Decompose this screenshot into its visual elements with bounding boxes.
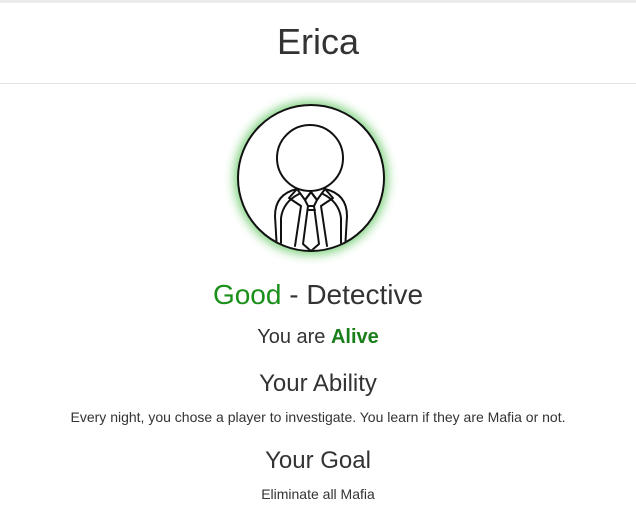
ability-text: Every night, you chose a player to inves… (70, 409, 566, 425)
goal-text: Eliminate all Mafia (261, 486, 375, 502)
role-separator: - (281, 279, 307, 310)
status-prefix: You are (257, 326, 331, 348)
role-name: Detective (306, 279, 424, 310)
ability-heading: Your Ability (259, 370, 377, 397)
detective-avatar-icon (274, 124, 348, 250)
role-avatar (237, 104, 385, 252)
status-line: You are Alive (0, 324, 636, 350)
page-header: Erica (0, 3, 636, 84)
goal-heading: Your Goal (265, 447, 371, 474)
player-name: Erica (276, 21, 360, 62)
status-value: Alive (330, 326, 379, 348)
role-line: Good - Detective (0, 277, 636, 313)
role-alignment: Good (212, 279, 282, 310)
